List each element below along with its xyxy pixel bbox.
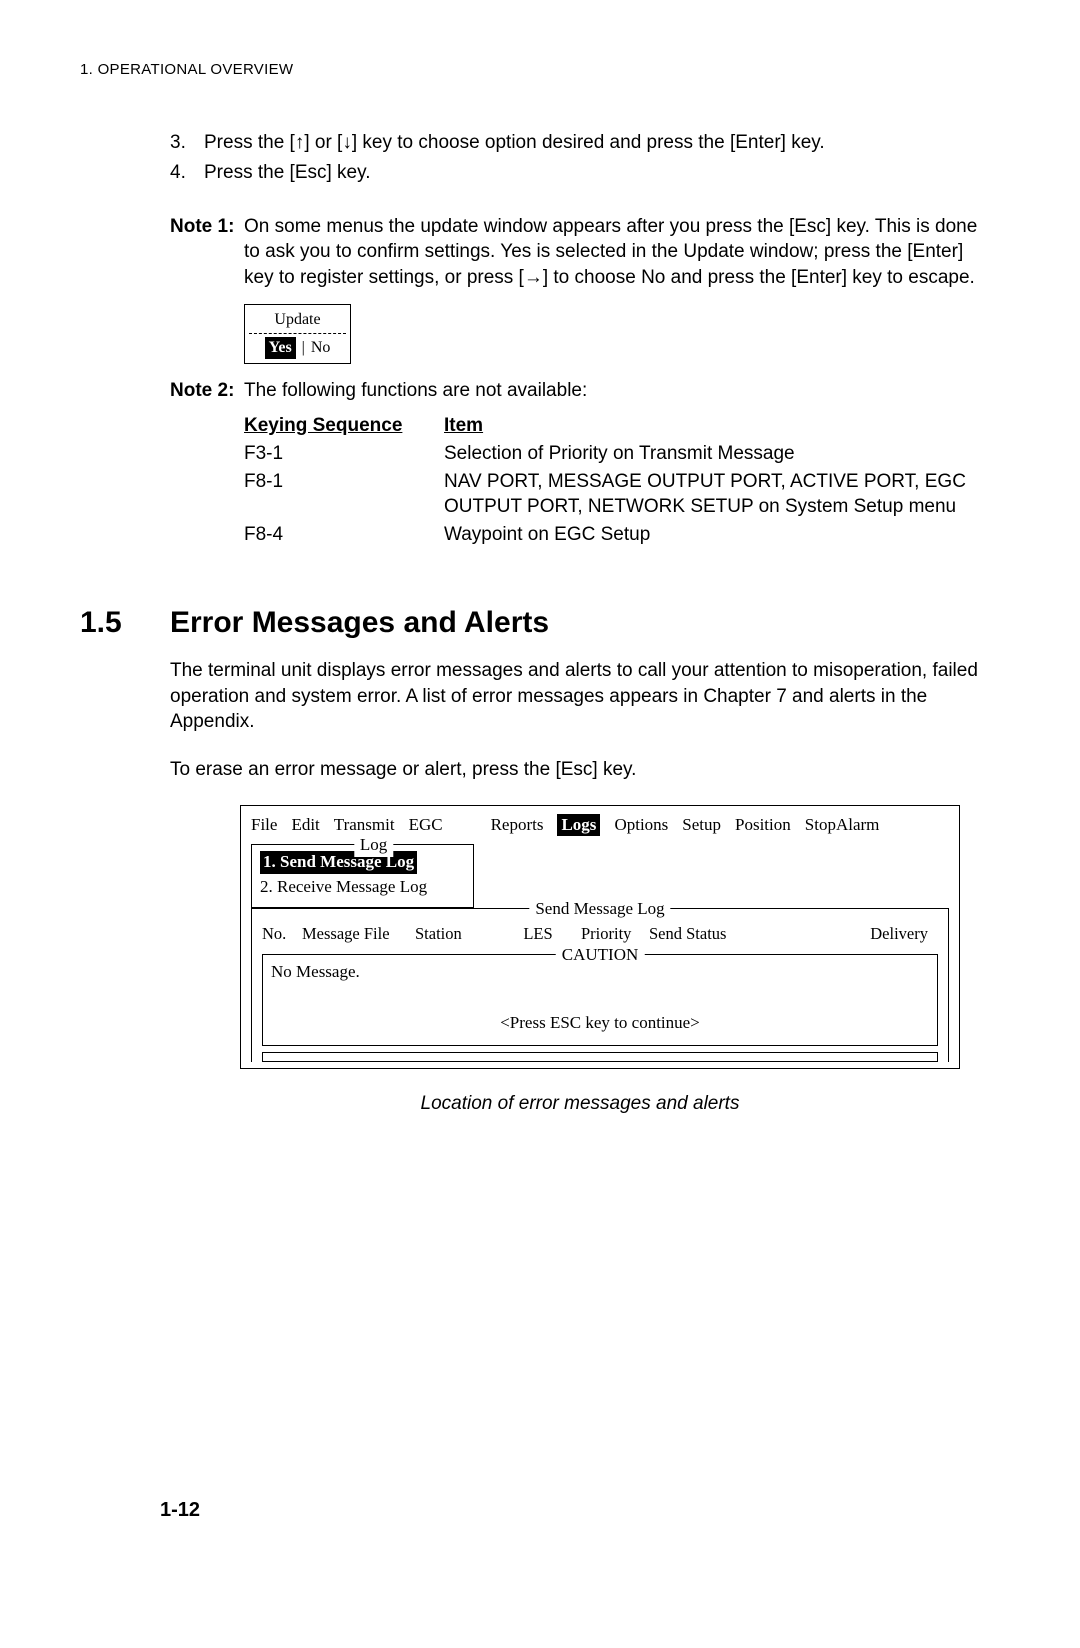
step-number: 4. [170,160,204,186]
figure-caption: Location of error messages and alerts [170,1091,990,1117]
table-cell-key: F8-4 [244,522,424,548]
step-3: 3. Press the [↑] or [↓] key to choose op… [170,130,990,156]
send-message-log-panel: Send Message Log No. Message File Statio… [251,908,949,1061]
update-dialog: Update Yes | No [244,304,351,363]
running-header: 1. OPERATIONAL OVERVIEW [80,60,1000,80]
terminal-figure: File Edit Transmit EGC Reports Logs Opti… [240,805,960,1069]
table-cell-item: NAV PORT, MESSAGE OUTPUT PORT, ACTIVE PO… [444,469,990,520]
spacer [457,814,477,837]
note-label: Note 1: [170,214,244,291]
step-text: Press the [Esc] key. [204,160,990,186]
menu-edit[interactable]: Edit [291,814,319,837]
body-content: 3. Press the [↑] or [↓] key to choose op… [170,130,990,547]
note-body: The following functions are not availabl… [244,378,990,404]
menu-position[interactable]: Position [735,814,791,837]
menu-logs[interactable]: Logs [557,814,600,837]
update-no-option[interactable]: No [311,337,331,359]
note-label: Note 2: [170,378,244,404]
text-fragment: ] or [ [304,132,342,153]
section-body: The terminal unit displays error message… [170,658,990,1116]
menu-options[interactable]: Options [614,814,668,837]
paragraph: To erase an error message or alert, pres… [170,757,990,783]
note-2: Note 2: The following functions are not … [170,378,990,404]
press-esc-hint: <Press ESC key to continue> [271,984,929,1039]
up-arrow-icon: ↑ [295,132,305,153]
update-yes-option[interactable]: Yes [265,337,296,359]
col-no: No. [262,923,294,945]
bottom-strip [262,1052,938,1062]
table-header-key: Keying Sequence [244,413,424,439]
menu-setup[interactable]: Setup [682,814,721,837]
log-dropdown: Log 1. Send Message Log 2. Receive Messa… [251,844,474,908]
table-cell-item: Waypoint on EGC Setup [444,522,990,548]
menu-egc[interactable]: EGC [409,814,443,837]
table-header-item: Item [444,413,990,439]
col-les: LES [503,923,573,945]
col-send-status: Send Status [649,923,744,945]
table-cell-item: Selection of Priority on Transmit Messag… [444,441,990,467]
step-4: 4. Press the [Esc] key. [170,160,990,186]
page-number: 1-12 [160,1497,200,1524]
col-message-file: Message File [302,923,407,945]
col-priority: Priority [581,923,641,945]
caution-panel: CAUTION No Message. <Press ESC key to co… [262,954,938,1046]
section-number: 1.5 [80,603,170,644]
menu-file[interactable]: File [251,814,277,837]
menu-transmit[interactable]: Transmit [334,814,395,837]
right-arrow-icon: → [524,267,543,288]
separator: | [302,337,305,359]
section-title: Error Messages and Alerts [170,603,549,644]
col-station: Station [415,923,495,945]
text-fragment: ] key to choose option desired and press… [352,132,825,153]
caution-legend: CAUTION [556,944,645,967]
note-body: On some menus the update window appears … [244,214,990,291]
log-item-send[interactable]: 1. Send Message Log [260,851,417,874]
keying-sequence-table: Keying Sequence Item F3-1 Selection of P… [244,413,990,547]
col-delivery: Delivery [752,923,938,945]
send-message-log-legend: Send Message Log [529,898,670,921]
table-cell-key: F8-1 [244,469,424,520]
log-legend: Log [354,834,393,857]
note-1: Note 1: On some menus the update window … [170,214,990,291]
menu-stopalarm[interactable]: StopAlarm [805,814,880,837]
text-fragment: ] to choose No and press the [Enter] key… [543,267,975,288]
update-title: Update [245,305,350,333]
table-cell-key: F3-1 [244,441,424,467]
step-text: Press the [↑] or [↓] key to choose optio… [204,130,990,156]
step-number: 3. [170,130,204,156]
section-heading: 1.5 Error Messages and Alerts [80,603,1000,644]
text-fragment: Press the [ [204,132,295,153]
log-item-receive[interactable]: 2. Receive Message Log [260,877,427,896]
down-arrow-icon: ↓ [342,132,352,153]
update-options: Yes | No [245,334,350,363]
menu-reports[interactable]: Reports [491,814,544,837]
paragraph: The terminal unit displays error message… [170,658,990,735]
